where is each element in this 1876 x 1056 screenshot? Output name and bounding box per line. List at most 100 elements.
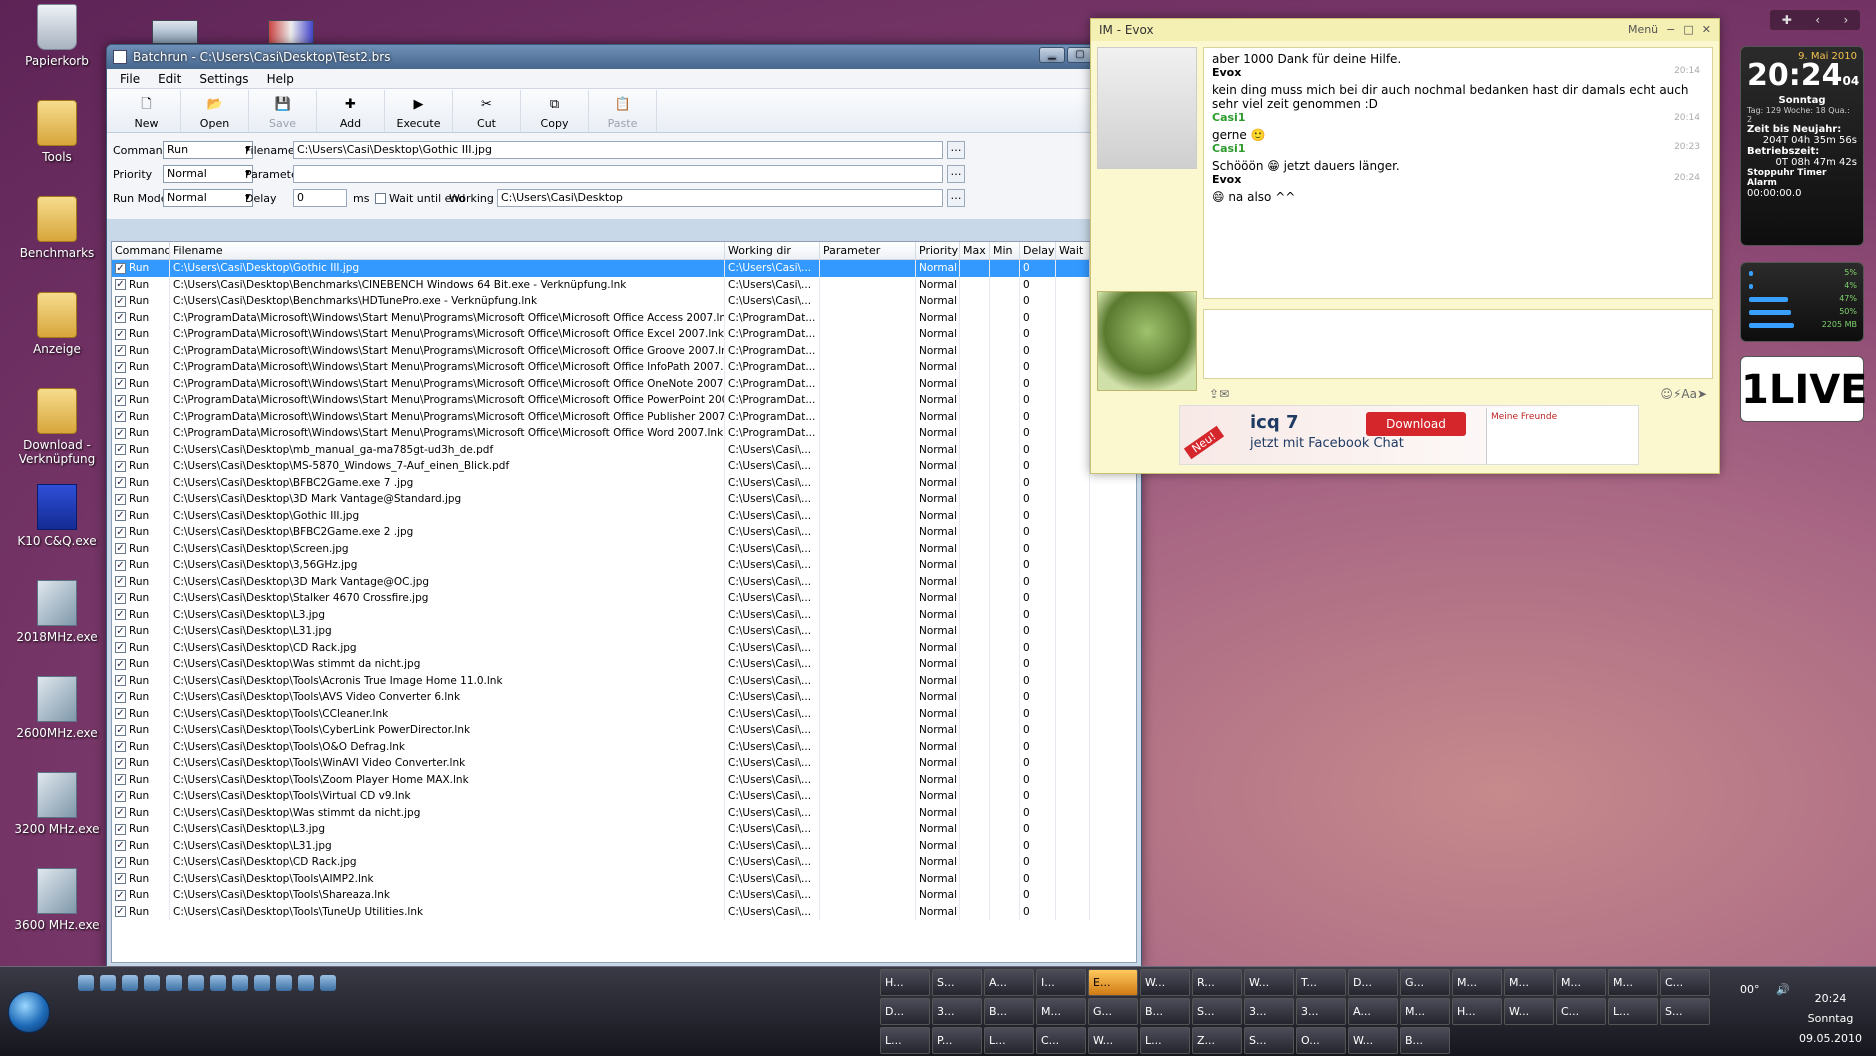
table-row[interactable]: Run C:\Users\Casi\Desktop\Gothic III.jpgC… bbox=[112, 507, 1136, 524]
desktop-thumbnail[interactable] bbox=[152, 20, 198, 44]
taskbar-button[interactable]: T... bbox=[1296, 969, 1346, 996]
tray-weather-icon[interactable]: 00° bbox=[1740, 983, 1760, 996]
table-row[interactable]: Run C:\Users\Casi\Desktop\Tools\CCleaner.… bbox=[112, 705, 1136, 722]
desktop-icon[interactable]: Anzeige bbox=[14, 292, 100, 356]
workdir-browse-button[interactable]: … bbox=[947, 189, 965, 207]
table-row[interactable]: Run C:\Users\Casi\Desktop\Screen.jpgC:\Us… bbox=[112, 540, 1136, 557]
row-checkbox[interactable] bbox=[115, 493, 126, 505]
row-checkbox[interactable] bbox=[115, 378, 126, 389]
taskbar-button[interactable]: W... bbox=[1348, 1027, 1398, 1054]
im-close-button[interactable]: ✕ bbox=[1702, 23, 1711, 36]
table-row[interactable]: Run C:\ProgramData\Microsoft\Windows\Star… bbox=[112, 326, 1136, 343]
table-row[interactable]: Run C:\Users\Casi\Desktop\BFBC2Game.exe 7… bbox=[112, 474, 1136, 491]
parameter-input[interactable] bbox=[293, 165, 943, 183]
command-select[interactable]: Run bbox=[163, 141, 253, 159]
im-menu[interactable]: Menü bbox=[1628, 23, 1658, 36]
taskbar-button[interactable]: L... bbox=[1608, 998, 1658, 1025]
desktop-icon[interactable]: Download - Verknüpfung bbox=[14, 388, 100, 466]
quicklaunch-icon[interactable] bbox=[320, 975, 336, 991]
table-row[interactable]: Run C:\Users\Casi\Desktop\MS-5870_Windows… bbox=[112, 458, 1136, 475]
taskbar-button[interactable]: G... bbox=[1400, 969, 1450, 996]
table-row[interactable]: Run C:\Users\Casi\Desktop\Was stimmt da n… bbox=[112, 656, 1136, 673]
taskbar-button[interactable]: H... bbox=[880, 969, 930, 996]
desktop-icon[interactable]: 2600MHz.exe bbox=[14, 676, 100, 740]
row-checkbox[interactable] bbox=[115, 625, 126, 637]
table-row[interactable]: Run C:\Users\Casi\Desktop\L3.jpgC:\Users\… bbox=[112, 606, 1136, 623]
paste-button[interactable]: 📋 Paste bbox=[589, 90, 657, 132]
table-row[interactable]: Run C:\ProgramData\Microsoft\Windows\Star… bbox=[112, 425, 1136, 442]
row-checkbox[interactable] bbox=[115, 790, 126, 802]
quicklaunch-icon[interactable] bbox=[78, 975, 94, 991]
taskbar-button[interactable]: A... bbox=[1348, 998, 1398, 1025]
row-checkbox[interactable] bbox=[115, 559, 126, 571]
sms-icon[interactable]: ✉ bbox=[1219, 387, 1229, 401]
desktop-icon[interactable]: Benchmarks bbox=[14, 196, 100, 260]
row-checkbox[interactable] bbox=[115, 460, 126, 472]
taskbar-button[interactable]: D... bbox=[1348, 969, 1398, 996]
desktop-icon[interactable]: K10 C&Q.exe bbox=[14, 484, 100, 548]
row-checkbox[interactable] bbox=[115, 675, 126, 686]
desktop-icon[interactable]: Papierkorb bbox=[14, 4, 100, 68]
row-checkbox[interactable] bbox=[115, 295, 126, 307]
table-row[interactable]: Run C:\Users\Casi\Desktop\Tools\Shareaza.… bbox=[112, 887, 1136, 904]
window-titlebar[interactable]: Batchrun - C:\Users\Casi\Desktop\Test2.b… bbox=[107, 45, 1141, 69]
row-checkbox[interactable] bbox=[115, 873, 126, 884]
table-row[interactable]: Run C:\Users\Casi\Desktop\CD Rack.jpgC:\U… bbox=[112, 639, 1136, 656]
open-button[interactable]: 📂 Open bbox=[181, 90, 249, 132]
taskbar-button[interactable]: L... bbox=[984, 1027, 1034, 1054]
quicklaunch-icon[interactable] bbox=[100, 975, 116, 991]
copy-button[interactable]: ⧉ Copy bbox=[521, 90, 589, 132]
taskbar-button[interactable]: B... bbox=[1400, 1027, 1450, 1054]
priority-select[interactable]: Normal bbox=[163, 165, 253, 183]
table-row[interactable]: Run C:\Users\Casi\Desktop\3,56GHz.jpgC:\U… bbox=[112, 557, 1136, 574]
menu-file[interactable]: File bbox=[111, 72, 149, 86]
runmode-select[interactable]: Normal bbox=[163, 189, 253, 207]
row-checkbox[interactable] bbox=[115, 576, 126, 587]
row-checkbox[interactable] bbox=[115, 724, 126, 736]
column-header-min[interactable]: Min bbox=[990, 242, 1020, 259]
taskbar-button[interactable]: M... bbox=[1452, 969, 1502, 996]
message-input[interactable] bbox=[1203, 309, 1713, 379]
taskbar-button[interactable]: I... bbox=[1036, 969, 1086, 996]
quicklaunch-icon[interactable] bbox=[188, 975, 204, 991]
filename-input[interactable]: C:\Users\Casi\Desktop\Gothic III.jpg bbox=[293, 141, 943, 159]
table-row[interactable]: Run C:\ProgramData\Microsoft\Windows\Star… bbox=[112, 408, 1136, 425]
quicklaunch-icon[interactable] bbox=[232, 975, 248, 991]
row-checkbox[interactable] bbox=[115, 823, 126, 835]
volume-icon[interactable]: 🔊 bbox=[1776, 983, 1790, 996]
im-minimize-button[interactable]: − bbox=[1666, 23, 1675, 36]
taskbar-button[interactable]: Z... bbox=[1192, 1027, 1242, 1054]
taskbar-button[interactable]: S... bbox=[1244, 1027, 1294, 1054]
table-row[interactable]: Run C:\Users\Casi\Desktop\Tools\AVS Video… bbox=[112, 689, 1136, 706]
table-row[interactable]: Run C:\Users\Casi\Desktop\Tools\TuneUp Ut… bbox=[112, 903, 1136, 920]
desktop-icon[interactable]: 3600 MHz.exe bbox=[14, 868, 100, 932]
minimize-button[interactable]: ▁ bbox=[1039, 47, 1065, 63]
taskbar-button[interactable]: S... bbox=[1660, 998, 1710, 1025]
row-checkbox[interactable] bbox=[115, 757, 126, 769]
table-row[interactable]: Run C:\Users\Casi\Desktop\L3.jpgC:\Users\… bbox=[112, 821, 1136, 838]
taskbar-button[interactable]: 3... bbox=[1296, 998, 1346, 1025]
table-row[interactable]: Run C:\ProgramData\Microsoft\Windows\Star… bbox=[112, 309, 1136, 326]
table-row[interactable]: Run C:\Users\Casi\Desktop\Was stimmt da n… bbox=[112, 804, 1136, 821]
taskbar-button[interactable]: 3... bbox=[932, 998, 982, 1025]
row-checkbox[interactable] bbox=[115, 411, 126, 422]
table-row[interactable]: Run C:\Users\Casi\Desktop\Tools\CyberLink… bbox=[112, 722, 1136, 739]
column-header-max[interactable]: Max bbox=[960, 242, 990, 259]
table-row[interactable]: Run C:\Users\Casi\Desktop\CD Rack.jpgC:\U… bbox=[112, 854, 1136, 871]
desktop-icon[interactable]: Tools bbox=[14, 100, 100, 164]
parameter-browse-button[interactable]: … bbox=[947, 165, 965, 183]
row-checkbox[interactable] bbox=[115, 691, 126, 703]
table-row[interactable]: Run C:\Users\Casi\Desktop\Tools\Zoom Play… bbox=[112, 771, 1136, 788]
taskbar-button[interactable]: M... bbox=[1504, 969, 1554, 996]
quicklaunch-icon[interactable] bbox=[166, 975, 182, 991]
row-checkbox[interactable] bbox=[115, 345, 126, 356]
table-row[interactable]: Run C:\Users\Casi\Desktop\mb_manual_ga-ma… bbox=[112, 441, 1136, 458]
taskbar-button[interactable]: G... bbox=[1088, 998, 1138, 1025]
taskbar-button[interactable]: A... bbox=[984, 969, 1034, 996]
table-row[interactable]: Run C:\Users\Casi\Desktop\Tools\Virtual C… bbox=[112, 788, 1136, 805]
workdir-input[interactable]: C:\Users\Casi\Desktop bbox=[497, 189, 943, 207]
smiley-icon[interactable]: ☺ bbox=[1660, 387, 1673, 401]
command-list[interactable]: Command Filename Working dir Parameter Prior… bbox=[111, 241, 1137, 963]
taskbar-button[interactable]: 3... bbox=[1244, 998, 1294, 1025]
taskbar-button[interactable]: C... bbox=[1660, 969, 1710, 996]
